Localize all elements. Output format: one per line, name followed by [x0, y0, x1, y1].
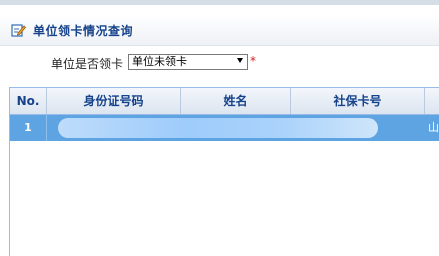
row-trailing-cell: 山	[428, 121, 439, 134]
grid-header: No. 身份证号码 姓名 社保卡号	[10, 88, 439, 115]
redacted-row-content	[58, 118, 378, 138]
dropdown-arrow-icon	[237, 58, 243, 63]
table-row[interactable]: 1 山	[10, 115, 439, 141]
column-header-no[interactable]: No.	[10, 88, 47, 114]
results-grid: No. 身份证号码 姓名 社保卡号 1 山	[9, 87, 439, 256]
top-strip	[0, 0, 439, 5]
card-status-value: 单位未领卡	[132, 55, 187, 68]
page-title: 单位领卡情况查询	[33, 24, 134, 38]
row-number: 1	[10, 115, 47, 141]
card-status-select[interactable]: 单位未领卡	[128, 54, 248, 70]
panel-header: 单位领卡情况查询	[0, 15, 439, 46]
column-header-name[interactable]: 姓名	[181, 88, 291, 114]
edit-icon	[11, 24, 26, 37]
column-header-id-number[interactable]: 身份证号码	[47, 88, 181, 114]
column-header-card-number[interactable]: 社保卡号	[291, 88, 425, 114]
required-marker: *	[250, 54, 256, 68]
card-status-label: 单位是否领卡	[51, 57, 124, 71]
